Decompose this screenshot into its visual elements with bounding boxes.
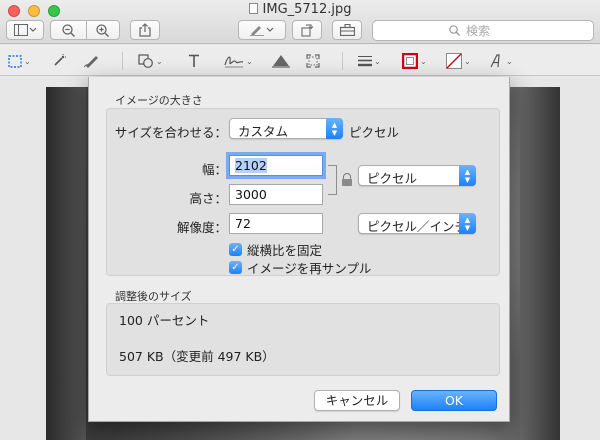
popup-arrows-icon: ▲ ▼: [326, 118, 343, 139]
resolution-unit-popup[interactable]: ピクセル／インチ ▲ ▼: [358, 213, 476, 234]
toolbox-button[interactable]: [332, 20, 362, 40]
size-unit-popup[interactable]: ピクセル ▲ ▼: [358, 165, 476, 186]
text-tool[interactable]: [188, 51, 200, 71]
adjust-color-icon: [272, 55, 290, 68]
adjust-size-dialog: イメージの大きさ サイズを合わせる： カスタム ▲ ▼ ピクセル 幅： 2102 …: [88, 77, 510, 422]
size-unit-value: ピクセル: [367, 171, 418, 186]
search-icon: [449, 25, 460, 36]
cancel-button[interactable]: キャンセル: [314, 390, 400, 411]
resample-image-label: イメージを再サンプル: [247, 261, 372, 276]
zoom-out-button[interactable]: [51, 23, 85, 37]
checkmark-icon: ✓: [229, 243, 242, 256]
photo-left-edge: [46, 87, 86, 440]
window-title: IMG_5712.jpg: [0, 2, 600, 17]
title-bar: IMG_5712.jpg 検索: [0, 0, 600, 44]
fit-into-popup[interactable]: カスタム ▲ ▼: [229, 118, 343, 139]
zoom-in-button[interactable]: [85, 23, 119, 37]
text-style-tool[interactable]: ⌄: [490, 51, 513, 71]
height-label: 高さ：: [189, 191, 227, 206]
image-size-section-title: イメージの大きさ: [115, 94, 203, 107]
fit-into-unit-label: ピクセル: [349, 125, 400, 140]
line-style-icon: [358, 56, 372, 67]
resulting-size-section-title: 調整後のサイズ: [115, 290, 192, 303]
zoom-out-icon: [61, 23, 75, 37]
rotate-icon: [300, 24, 313, 37]
resulting-percent: 100 パーセント: [119, 313, 210, 328]
ok-button[interactable]: OK: [411, 390, 497, 411]
search-field[interactable]: 検索: [372, 20, 594, 41]
constrain-bracket: [328, 165, 337, 195]
adjust-color-tool[interactable]: [272, 51, 290, 71]
zoom-segmented-control: [50, 20, 120, 40]
adjust-size-tool[interactable]: [306, 51, 320, 71]
share-icon: [139, 23, 151, 37]
lock-icon[interactable]: [342, 173, 352, 186]
height-field[interactable]: 3000: [229, 184, 323, 205]
markup-pen-icon: [250, 26, 274, 36]
fill-color-icon: [446, 53, 462, 69]
width-value: 2102: [235, 158, 267, 173]
resample-image-checkbox[interactable]: ✓ イメージを再サンプル: [229, 258, 371, 277]
instant-alpha-icon: [54, 54, 66, 66]
zoom-in-icon: [95, 23, 109, 37]
resolution-unit-value: ピクセル／インチ: [367, 219, 468, 234]
sidebar-toggle-button[interactable]: [6, 20, 44, 40]
width-field[interactable]: 2102: [229, 155, 323, 176]
sketch-icon: [84, 56, 98, 68]
signature-icon: [224, 56, 244, 68]
signature-tool[interactable]: ⌄: [224, 51, 253, 71]
scale-proportionally-label: 縦横比を固定: [247, 243, 323, 258]
checkmark-icon: ✓: [229, 261, 242, 274]
rotate-button[interactable]: [292, 20, 322, 40]
toolbox-icon: [339, 24, 355, 36]
selection-tool[interactable]: ⌄: [8, 51, 31, 71]
resolution-label: 解像度：: [176, 220, 227, 235]
width-label: 幅：: [201, 162, 227, 177]
fit-into-value: カスタム: [238, 124, 289, 139]
shapes-tool[interactable]: ⌄: [138, 51, 163, 71]
document-icon: [248, 3, 258, 14]
popup-arrows-icon: ▲ ▼: [459, 213, 476, 234]
adjust-size-icon: [306, 54, 320, 68]
line-style-tool[interactable]: ⌄: [358, 51, 381, 71]
text-icon: [189, 54, 199, 67]
shapes-icon: [138, 54, 153, 68]
border-color-icon: [402, 53, 418, 69]
markup-toolbar: ⌄ ⌄ ⌄ ⌄ ⌄ ⌄ ⌄: [0, 45, 600, 76]
resolution-field[interactable]: 72: [229, 213, 323, 234]
resolution-value: 72: [235, 216, 251, 231]
border-color-tool[interactable]: ⌄: [402, 51, 427, 71]
instant-alpha-tool[interactable]: [52, 51, 66, 71]
text-style-icon: [490, 54, 500, 68]
fill-color-tool[interactable]: ⌄: [446, 51, 471, 71]
sidebar-toggle-icon: [14, 24, 36, 36]
search-placeholder: 検索: [466, 24, 491, 38]
popup-arrows-icon: ▲ ▼: [459, 165, 476, 186]
window-title-text: IMG_5712.jpg: [262, 2, 352, 17]
rect-selection-icon: [8, 54, 22, 68]
scale-proportionally-checkbox[interactable]: ✓ 縦横比を固定: [229, 240, 322, 259]
markup-toolbar-button[interactable]: [238, 20, 286, 40]
fit-into-label: サイズを合わせる：: [114, 125, 227, 140]
height-value: 3000: [235, 187, 267, 202]
sketch-tool[interactable]: [84, 51, 100, 71]
resulting-file-size: 507 KB（変更前 497 KB）: [119, 349, 275, 364]
photo-right-edge: [520, 87, 560, 440]
share-button[interactable]: [130, 20, 160, 40]
